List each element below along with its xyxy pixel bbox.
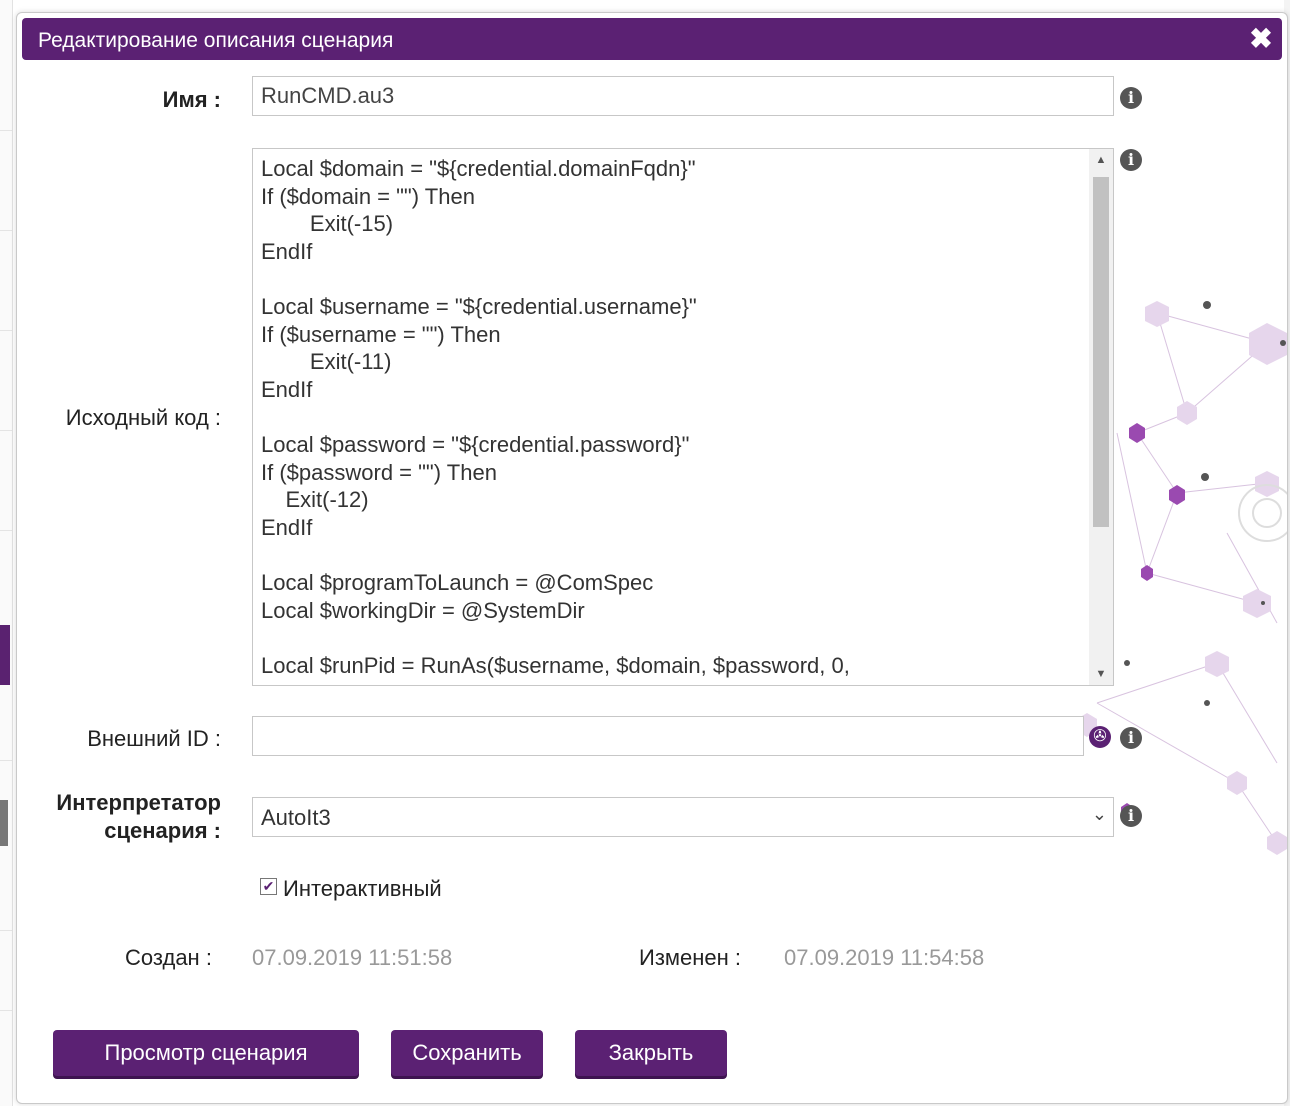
external-id-input[interactable]: [252, 716, 1084, 756]
background-divider: [0, 230, 12, 231]
source-code-scrollbar[interactable]: ▲ ▼: [1089, 149, 1113, 685]
edit-scenario-dialog: Редактирование описания сценария ✖ Имя:…: [16, 12, 1288, 1104]
code-line: If ($domain = "") Then: [261, 183, 475, 209]
background-panel: [0, 625, 10, 685]
background-divider: [0, 130, 12, 131]
interpreter-label-line1: Интерпретатор: [56, 790, 221, 815]
interactive-checkbox[interactable]: ✔: [260, 878, 277, 895]
background-divider: [0, 530, 12, 531]
code-line: Local $runPid = RunAs($username, $domain…: [261, 652, 850, 678]
code-line: Exit(-15): [261, 211, 394, 237]
source-code-editor[interactable]: Local $domain = "${credential.domainFqdn…: [252, 148, 1114, 686]
code-line: If ($username = "") Then: [261, 321, 501, 347]
preview-scenario-button[interactable]: Просмотр сценария: [53, 1030, 359, 1076]
code-line: Local $workingDir = @SystemDir: [261, 597, 585, 623]
close-icon[interactable]: ✖: [1246, 24, 1276, 54]
code-line: EndIf: [261, 514, 313, 540]
info-icon[interactable]: i: [1120, 805, 1142, 827]
interpreter-label: Интерпретатор сценария :: [27, 789, 221, 845]
modified-value: 07.09.2019 11:54:58: [784, 945, 985, 970]
dialog-titlebar[interactable]: Редактирование описания сценария ✖: [22, 18, 1282, 60]
code-line: Local $password = "${credential.password…: [261, 431, 690, 457]
created-value: 07.09.2019 11:51:58: [252, 945, 453, 970]
background-page: [0, 0, 13, 1106]
code-line: Local $username = "${credential.username…: [261, 293, 697, 319]
code-line: Local $programToLaunch = @ComSpec: [261, 569, 654, 595]
background-divider: [0, 930, 12, 931]
source-code-content[interactable]: Local $domain = "${credential.domainFqdn…: [261, 155, 850, 679]
interpreter-selected-value: AutoIt3: [261, 805, 331, 830]
code-line: If ($password = "") Then: [261, 459, 497, 485]
created-label: Создан :: [125, 945, 212, 970]
scroll-up-icon[interactable]: ▲: [1089, 149, 1113, 171]
background-divider: [0, 330, 12, 331]
external-id-label: Внешний ID :: [87, 726, 221, 751]
name-label: Имя :: [162, 87, 221, 112]
interpreter-select[interactable]: AutoIt3 ⌄: [252, 797, 1114, 837]
code-line: EndIf: [261, 376, 313, 402]
scroll-down-icon[interactable]: ▼: [1089, 663, 1113, 685]
info-icon[interactable]: i: [1120, 727, 1142, 749]
modified-label: Изменен :: [639, 945, 742, 970]
code-line: Exit(-11): [261, 349, 392, 375]
save-button[interactable]: Сохранить: [391, 1030, 543, 1076]
background-divider: [0, 760, 12, 761]
source-code-label: Исходный код :: [65, 405, 221, 430]
dialog-title: Редактирование описания сценария: [38, 29, 394, 52]
background-divider: [0, 430, 12, 431]
background-panel: [0, 800, 8, 846]
background-divider: [0, 1010, 12, 1011]
chevron-down-icon: ⌄: [1091, 804, 1107, 824]
close-button[interactable]: Закрыть: [575, 1030, 727, 1076]
info-icon[interactable]: i: [1120, 87, 1142, 109]
scrollbar-thumb[interactable]: [1093, 177, 1109, 527]
name-input[interactable]: [252, 76, 1114, 116]
interpreter-label-line2: сценария :: [104, 818, 221, 843]
interactive-label[interactable]: Интерактивный: [283, 876, 442, 902]
code-line: Local $domain = "${credential.domainFqdn…: [261, 156, 696, 181]
code-line: Exit(-12): [261, 487, 369, 513]
globe-icon[interactable]: ✇: [1089, 726, 1111, 748]
info-icon[interactable]: i: [1120, 149, 1142, 171]
code-line: EndIf: [261, 238, 313, 264]
